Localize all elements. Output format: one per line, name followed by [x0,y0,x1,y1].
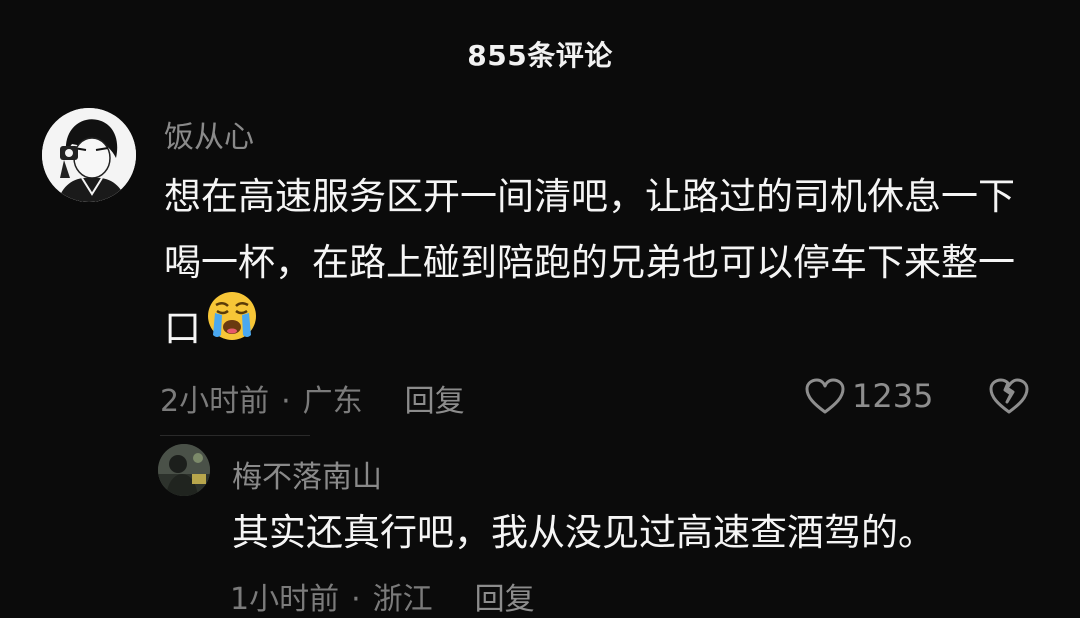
divider [160,435,310,436]
reply-time: 1小时前 [230,582,340,617]
reply-to-reply-button[interactable]: 回复 [475,582,535,617]
comment-body: 想在高速服务区开一间清吧，让路过的司机休息一下喝一杯，在路上碰到陪跑的兄弟也可以… [164,175,1015,350]
like-count: 1235 [852,377,934,415]
reply-button[interactable]: 回复 [405,384,465,419]
reply-username[interactable]: 梅不落南山 [232,452,382,496]
meta-separator: · [351,582,361,617]
reply-meta: 1小时前 · 浙江 回复 [230,574,535,618]
comment-time: 2小时前 [160,384,270,419]
dislike-button[interactable] [988,376,1030,416]
loudly-crying-face-icon [205,289,259,364]
avatar[interactable] [42,108,136,202]
comment-location: 广东 [302,384,363,419]
like-button[interactable]: 1235 [804,374,933,418]
user-avatar-icon [42,108,136,202]
comment-count-title: 855条评论 [467,39,613,72]
reply-text: 其实还真行吧，我从没见过高速查酒驾的。 [232,511,935,554]
reply-location: 浙江 [372,582,433,617]
comment-meta: 2小时前 · 广东 回复 [160,376,465,420]
meta-separator: · [281,384,291,419]
user-avatar-icon [158,444,210,496]
broken-heart-icon [989,378,1029,414]
heart-icon [805,378,845,414]
comment-username[interactable]: 饭从心 [164,112,254,156]
comment-text: 想在高速服务区开一间清吧，让路过的司机休息一下喝一杯，在路上碰到陪跑的兄弟也可以… [164,164,1034,364]
reply-avatar[interactable] [158,444,210,496]
